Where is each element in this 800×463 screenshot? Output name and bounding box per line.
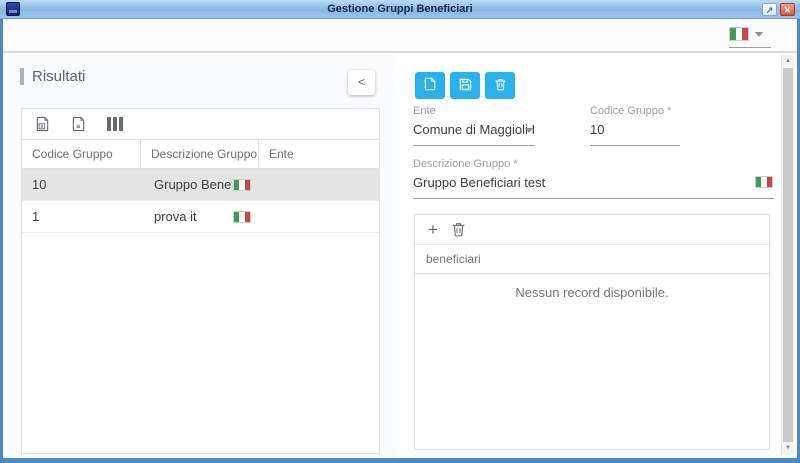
remove-beneficiario-button[interactable] — [452, 222, 465, 237]
dialog-content: Risultati < x — [3, 19, 797, 458]
descrizione-gruppo-field[interactable]: Descrizione Gruppo * Gruppo Beneficiari … — [413, 158, 774, 199]
codice-gruppo-field[interactable]: Codice Gruppo * 10 — [590, 105, 680, 146]
window-buttons: ↗ ✕ — [762, 3, 795, 16]
italian-flag-icon — [729, 27, 749, 41]
language-select[interactable] — [729, 24, 771, 48]
export-excel-icon[interactable]: x — [35, 116, 50, 132]
codice-gruppo-value: 10 — [590, 122, 680, 138]
grid-toolbar: x a — [22, 109, 379, 139]
topbar — [3, 19, 797, 53]
scroll-up-icon[interactable]: ▲ — [782, 55, 794, 68]
scrollbar-thumb[interactable] — [783, 68, 793, 442]
column-header-codice[interactable]: Codice Gruppo — [22, 140, 141, 168]
save-button[interactable] — [450, 72, 480, 99]
results-title: Risultati — [32, 68, 85, 85]
delete-button[interactable] — [485, 72, 515, 99]
close-button[interactable]: ✕ — [780, 3, 795, 16]
italian-flag-icon — [233, 211, 251, 223]
chevron-down-icon — [525, 128, 533, 133]
table-row[interactable]: 1 prova it — [22, 201, 379, 233]
beneficiari-toolbar: + — [415, 215, 769, 245]
header-accent-bar — [20, 68, 24, 85]
detail-toolbar — [415, 72, 515, 99]
cell-codice: 1 — [22, 209, 141, 224]
collapse-panel-button[interactable]: < — [348, 70, 375, 95]
ente-label: Ente — [413, 105, 535, 117]
cell-descrizione: prova it — [141, 209, 259, 224]
export-pdf-icon[interactable]: a — [71, 116, 86, 132]
descrizione-gruppo-value: Gruppo Beneficiari test — [413, 175, 774, 191]
add-beneficiario-button[interactable]: + — [428, 221, 438, 238]
svg-text:a: a — [76, 123, 80, 130]
trash-icon — [495, 78, 506, 94]
cell-descrizione: Gruppo Benefi… — [141, 177, 259, 192]
descrizione-gruppo-label: Descrizione Gruppo * — [413, 158, 774, 170]
ente-select[interactable]: Ente Comune di Maggioli I — [413, 105, 535, 146]
dialog-window: Gestione Gruppi Beneficiari ↗ ✕ Risultat… — [0, 0, 800, 463]
empty-records-message: Nessun record disponibile. — [415, 274, 769, 300]
grid-header-row: Codice Gruppo Descrizione Gruppo Ente — [22, 139, 379, 169]
new-record-button[interactable] — [415, 72, 445, 99]
codice-gruppo-label: Codice Gruppo * — [590, 105, 680, 117]
main-area: Risultati < x — [3, 55, 797, 458]
column-settings-icon[interactable] — [107, 117, 123, 131]
column-header-descrizione[interactable]: Descrizione Gruppo — [141, 140, 259, 168]
restore-button[interactable]: ↗ — [762, 3, 777, 16]
window-title: Gestione Gruppi Beneficiari — [0, 0, 800, 19]
italian-flag-icon — [233, 179, 251, 191]
scroll-down-icon[interactable]: ▼ — [782, 442, 794, 455]
cell-codice: 10 — [22, 177, 141, 192]
italian-flag-icon[interactable] — [755, 176, 773, 188]
column-header-ente[interactable]: Ente — [259, 140, 379, 168]
new-document-icon — [424, 77, 436, 94]
descrizione-text: Gruppo Benefi… — [154, 177, 232, 192]
beneficiari-column-header[interactable]: beneficiari — [415, 245, 769, 274]
titlebar: Gestione Gruppi Beneficiari ↗ ✕ — [0, 0, 800, 19]
descrizione-text: prova it — [154, 209, 197, 224]
ente-value: Comune di Maggioli I — [413, 122, 535, 138]
results-grid: x a Codice Gruppo — [21, 108, 380, 454]
results-header: Risultati — [20, 68, 85, 85]
vertical-scrollbar[interactable]: ▲ ▼ — [781, 55, 794, 455]
save-icon — [459, 78, 472, 94]
beneficiari-grid: + beneficiari Nessun record disponibile. — [414, 214, 770, 450]
table-row[interactable]: 10 Gruppo Benefi… — [22, 169, 379, 201]
svg-text:x: x — [40, 124, 43, 130]
results-panel: Risultati < x — [8, 55, 396, 458]
chevron-down-icon — [755, 32, 763, 37]
